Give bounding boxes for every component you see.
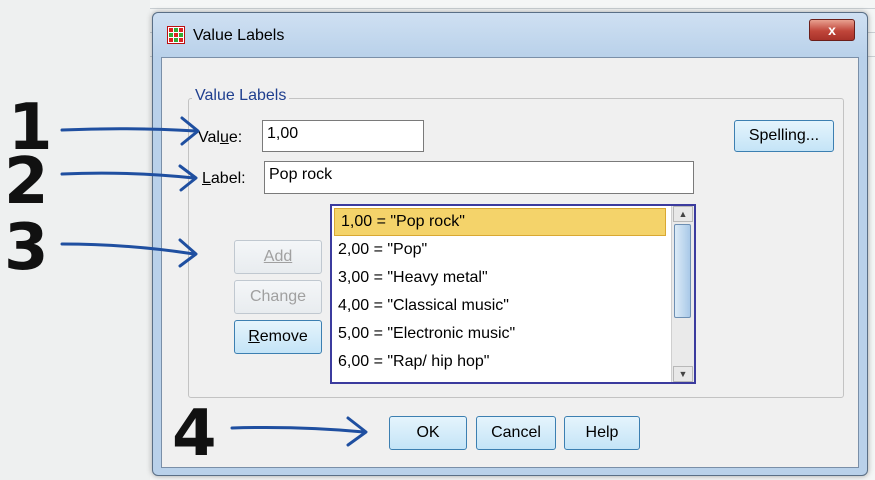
arrow-3-icon (60, 238, 198, 268)
annotation-arrows (60, 116, 368, 447)
arrow-4-icon (230, 416, 368, 447)
arrow-1-icon (60, 116, 200, 146)
arrow-2-icon (60, 164, 198, 192)
